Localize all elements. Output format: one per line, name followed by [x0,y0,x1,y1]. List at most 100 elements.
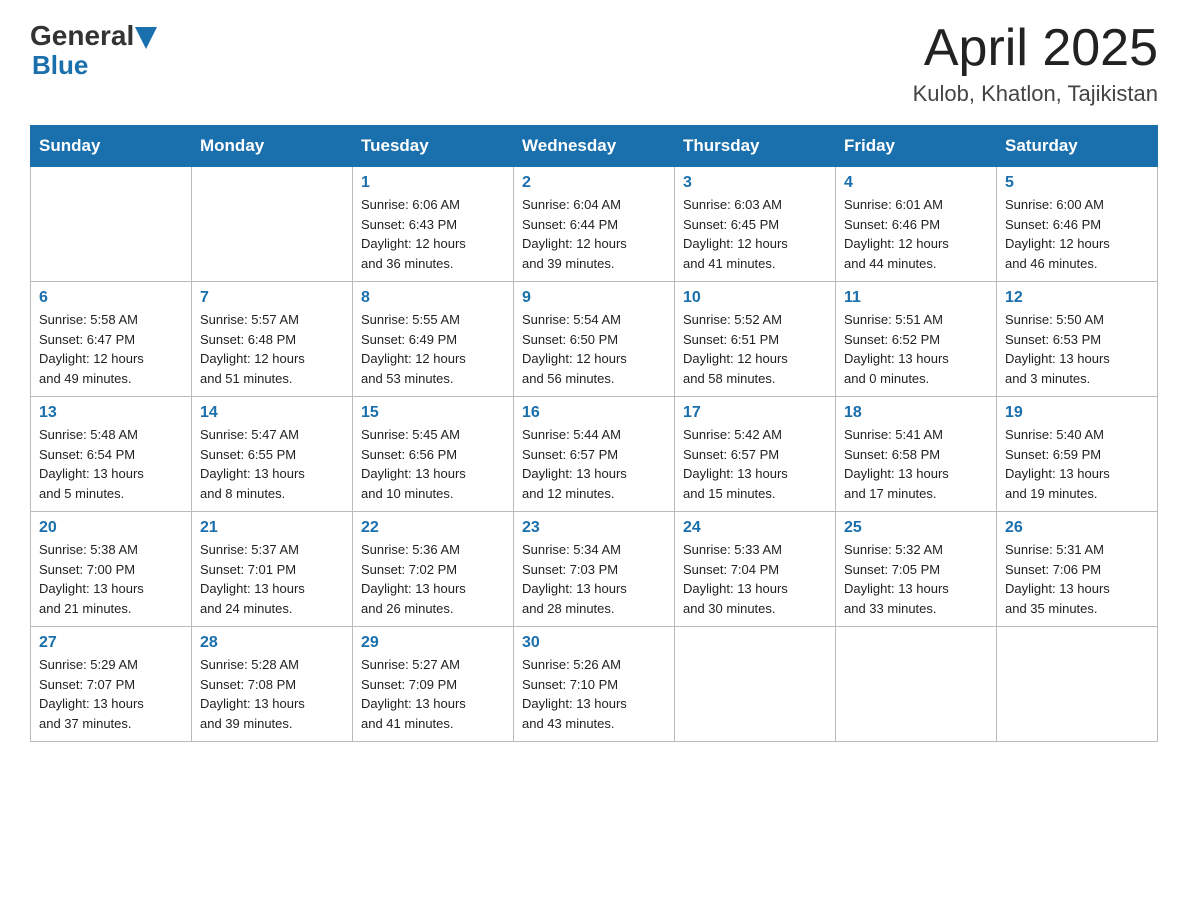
calendar-cell: 16 Sunrise: 5:44 AMSunset: 6:57 PMDayligh… [514,397,675,512]
day-number: 1 [361,174,505,192]
day-number: 17 [683,404,827,422]
day-info: Sunrise: 5:26 AMSunset: 7:10 PMDaylight:… [522,655,666,733]
calendar-cell: 12 Sunrise: 5:50 AMSunset: 6:53 PMDayligh… [997,282,1158,397]
logo-icon: General [30,20,158,52]
calendar-cell: 29Sunrise: 5:27 AMSunset: 7:09 PMDayligh… [353,627,514,742]
calendar-title: April 2025 [913,20,1158,77]
day-info: Sunrise: 5:58 AMSunset: 6:47 PMDaylight:… [39,310,183,388]
day-number: 13 [39,404,183,422]
day-number: 21 [200,519,344,537]
logo-triangle-icon [135,27,157,49]
day-number: 3 [683,174,827,192]
calendar-location: Kulob, Khatlon, Tajikistan [913,81,1158,107]
logo-general-text: General [30,20,134,52]
calendar-cell: 14 Sunrise: 5:47 AMSunset: 6:55 PMDayligh… [192,397,353,512]
calendar-cell [675,627,836,742]
day-info: Sunrise: 5:47 AMSunset: 6:55 PMDaylight:… [200,425,344,503]
calendar-week-row: 13 Sunrise: 5:48 AMSunset: 6:54 PMDayligh… [31,397,1158,512]
day-info: Sunrise: 6:03 AMSunset: 6:45 PMDaylight:… [683,195,827,273]
day-info: Sunrise: 5:51 AMSunset: 6:52 PMDaylight:… [844,310,988,388]
logo: General Blue [30,20,158,81]
day-info: Sunrise: 5:50 AMSunset: 6:53 PMDaylight:… [1005,310,1149,388]
title-block: April 2025 Kulob, Khatlon, Tajikistan [913,20,1158,107]
calendar-week-row: 1 Sunrise: 6:06 AMSunset: 6:43 PMDaylight… [31,167,1158,282]
day-number: 28 [200,634,344,652]
day-number: 2 [522,174,666,192]
day-number: 6 [39,289,183,307]
calendar-week-row: 27 Sunrise: 5:29 AMSunset: 7:07 PMDayligh… [31,627,1158,742]
calendar-cell [836,627,997,742]
day-number: 24 [683,519,827,537]
day-info: Sunrise: 5:34 AMSunset: 7:03 PMDaylight:… [522,540,666,618]
day-info: Sunrise: 5:57 AMSunset: 6:48 PMDaylight:… [200,310,344,388]
calendar-day-header: Sunday [31,126,192,167]
day-number: 5 [1005,174,1149,192]
day-number: 11 [844,289,988,307]
calendar-cell: 17 Sunrise: 5:42 AMSunset: 6:57 PMDayligh… [675,397,836,512]
calendar-cell [997,627,1158,742]
calendar-cell: 9 Sunrise: 5:54 AMSunset: 6:50 PMDaylight… [514,282,675,397]
calendar-cell: 1 Sunrise: 6:06 AMSunset: 6:43 PMDaylight… [353,167,514,282]
day-number: 9 [522,289,666,307]
day-info: Sunrise: 5:29 AMSunset: 7:07 PMDaylight:… [39,655,183,733]
day-number: 26 [1005,519,1149,537]
calendar-cell: 13 Sunrise: 5:48 AMSunset: 6:54 PMDayligh… [31,397,192,512]
day-info: Sunrise: 5:52 AMSunset: 6:51 PMDaylight:… [683,310,827,388]
day-number: 27 [39,634,183,652]
calendar-table: SundayMondayTuesdayWednesdayThursdayFrid… [30,125,1158,742]
calendar-cell: 8 Sunrise: 5:55 AMSunset: 6:49 PMDaylight… [353,282,514,397]
day-number: 20 [39,519,183,537]
calendar-cell: 6 Sunrise: 5:58 AMSunset: 6:47 PMDaylight… [31,282,192,397]
day-info: Sunrise: 5:37 AMSunset: 7:01 PMDaylight:… [200,540,344,618]
calendar-cell: 3 Sunrise: 6:03 AMSunset: 6:45 PMDaylight… [675,167,836,282]
calendar-cell: 2Sunrise: 6:04 AMSunset: 6:44 PMDaylight… [514,167,675,282]
calendar-cell: 22 Sunrise: 5:36 AMSunset: 7:02 PMDayligh… [353,512,514,627]
day-info: Sunrise: 5:31 AMSunset: 7:06 PMDaylight:… [1005,540,1149,618]
calendar-cell: 18Sunrise: 5:41 AMSunset: 6:58 PMDayligh… [836,397,997,512]
calendar-day-header: Thursday [675,126,836,167]
day-number: 16 [522,404,666,422]
calendar-day-header: Tuesday [353,126,514,167]
day-number: 23 [522,519,666,537]
day-number: 15 [361,404,505,422]
day-number: 4 [844,174,988,192]
calendar-day-header: Wednesday [514,126,675,167]
day-info: Sunrise: 5:38 AMSunset: 7:00 PMDaylight:… [39,540,183,618]
calendar-cell: 23 Sunrise: 5:34 AMSunset: 7:03 PMDayligh… [514,512,675,627]
day-number: 10 [683,289,827,307]
calendar-cell: 15Sunrise: 5:45 AMSunset: 6:56 PMDayligh… [353,397,514,512]
day-info: Sunrise: 6:01 AMSunset: 6:46 PMDaylight:… [844,195,988,273]
calendar-cell: 26 Sunrise: 5:31 AMSunset: 7:06 PMDayligh… [997,512,1158,627]
day-info: Sunrise: 5:48 AMSunset: 6:54 PMDaylight:… [39,425,183,503]
calendar-day-header: Friday [836,126,997,167]
calendar-header-row: SundayMondayTuesdayWednesdayThursdayFrid… [31,126,1158,167]
calendar-cell: 19 Sunrise: 5:40 AMSunset: 6:59 PMDayligh… [997,397,1158,512]
day-info: Sunrise: 5:33 AMSunset: 7:04 PMDaylight:… [683,540,827,618]
calendar-cell: 21 Sunrise: 5:37 AMSunset: 7:01 PMDayligh… [192,512,353,627]
day-number: 14 [200,404,344,422]
day-number: 7 [200,289,344,307]
day-number: 12 [1005,289,1149,307]
calendar-cell: 10 Sunrise: 5:52 AMSunset: 6:51 PMDayligh… [675,282,836,397]
calendar-week-row: 6 Sunrise: 5:58 AMSunset: 6:47 PMDaylight… [31,282,1158,397]
day-info: Sunrise: 5:36 AMSunset: 7:02 PMDaylight:… [361,540,505,618]
logo-blue-text: Blue [32,50,88,81]
calendar-cell: 24 Sunrise: 5:33 AMSunset: 7:04 PMDayligh… [675,512,836,627]
calendar-cell: 11 Sunrise: 5:51 AMSunset: 6:52 PMDayligh… [836,282,997,397]
day-info: Sunrise: 5:44 AMSunset: 6:57 PMDaylight:… [522,425,666,503]
day-info: Sunrise: 5:55 AMSunset: 6:49 PMDaylight:… [361,310,505,388]
calendar-cell: 4 Sunrise: 6:01 AMSunset: 6:46 PMDaylight… [836,167,997,282]
calendar-cell: 27 Sunrise: 5:29 AMSunset: 7:07 PMDayligh… [31,627,192,742]
calendar-cell [192,167,353,282]
day-info: Sunrise: 5:40 AMSunset: 6:59 PMDaylight:… [1005,425,1149,503]
page-header: General Blue April 2025 Kulob, Khatlon, … [30,20,1158,107]
day-info: Sunrise: 5:54 AMSunset: 6:50 PMDaylight:… [522,310,666,388]
day-info: Sunrise: 6:00 AMSunset: 6:46 PMDaylight:… [1005,195,1149,273]
day-number: 8 [361,289,505,307]
day-info: Sunrise: 5:42 AMSunset: 6:57 PMDaylight:… [683,425,827,503]
day-number: 22 [361,519,505,537]
calendar-week-row: 20 Sunrise: 5:38 AMSunset: 7:00 PMDayligh… [31,512,1158,627]
day-info: Sunrise: 6:06 AMSunset: 6:43 PMDaylight:… [361,195,505,273]
day-number: 19 [1005,404,1149,422]
day-info: Sunrise: 5:27 AMSunset: 7:09 PMDaylight:… [361,655,505,733]
